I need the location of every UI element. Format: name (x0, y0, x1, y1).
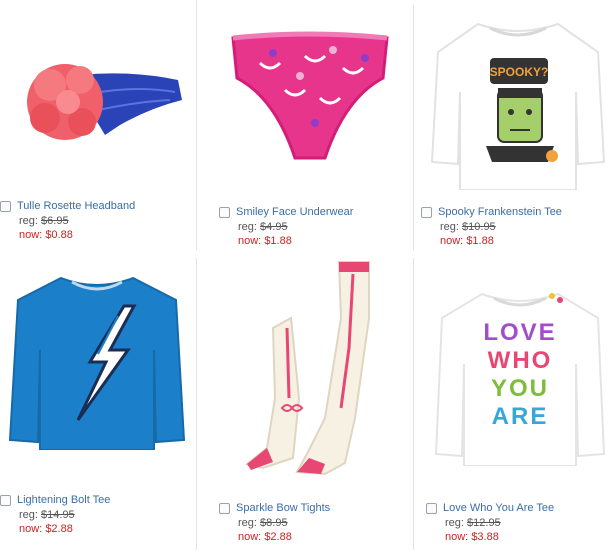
product-card[interactable]: SPOOKY? Spooky Frankenstein Tee reg: $10… (414, 0, 611, 250)
compare-checkbox[interactable] (426, 502, 437, 514)
regular-price: reg: $4.95 (238, 221, 288, 233)
product-name-link[interactable]: Spooky Frankenstein Tee (438, 205, 562, 219)
product-name-link[interactable]: Tulle Rosette Headband (17, 199, 135, 213)
compare-checkbox[interactable] (0, 494, 11, 506)
product-card[interactable]: Tulle Rosette Headband reg: $6.95 now: $… (0, 0, 196, 250)
regular-price: reg: $6.95 (19, 215, 69, 227)
compare-checkbox[interactable] (219, 206, 230, 218)
compare-checkbox[interactable] (421, 206, 432, 218)
svg-text:SPOOKY?: SPOOKY? (490, 65, 549, 79)
product-name-link[interactable]: Love Who You Are Tee (443, 501, 554, 515)
sale-price: now: $1.88 (238, 235, 292, 247)
sale-price: now: $1.88 (440, 235, 494, 247)
svg-text:WHO: WHO (488, 347, 553, 374)
svg-text:LOVE: LOVE (483, 319, 556, 346)
tights-image[interactable] (237, 258, 387, 480)
product-grid: Tulle Rosette Headband reg: $6.95 now: $… (0, 0, 611, 553)
underwear-image[interactable] (225, 28, 395, 178)
product-name-link[interactable]: Sparkle Bow Tights (236, 501, 330, 515)
product-name-link[interactable]: Lightening Bolt Tee (17, 493, 110, 507)
regular-price: reg: $8.95 (238, 517, 288, 529)
sale-price: now: $3.88 (445, 531, 499, 543)
regular-price: reg: $12.95 (445, 517, 501, 529)
regular-price: reg: $10.95 (440, 221, 496, 233)
compare-checkbox[interactable] (219, 502, 230, 514)
sale-price: now: $0.88 (19, 229, 73, 241)
regular-price: reg: $14.95 (19, 509, 75, 521)
frankenstein-tee-image[interactable]: SPOOKY? (428, 12, 608, 190)
headband-image[interactable] (10, 30, 190, 160)
product-card[interactable]: LOVE WHO YOU ARE Love Who You Are Tee re… (414, 258, 611, 550)
product-card[interactable]: Sparkle Bow Tights reg: $8.95 now: $2.88 (197, 258, 413, 550)
sale-price: now: $2.88 (19, 523, 73, 535)
svg-text:ARE: ARE (492, 403, 549, 430)
sale-price: now: $2.88 (238, 531, 292, 543)
product-card[interactable]: Smiley Face Underwear reg: $4.95 now: $1… (197, 0, 413, 250)
compare-checkbox[interactable] (0, 200, 11, 212)
product-name-link[interactable]: Smiley Face Underwear (236, 205, 353, 219)
lightning-bolt-tee-image[interactable] (6, 270, 188, 450)
svg-text:YOU: YOU (491, 375, 549, 402)
product-card[interactable]: Lightening Bolt Tee reg: $14.95 now: $2.… (0, 258, 196, 550)
love-who-you-are-tee-image[interactable]: LOVE WHO YOU ARE (432, 284, 608, 466)
